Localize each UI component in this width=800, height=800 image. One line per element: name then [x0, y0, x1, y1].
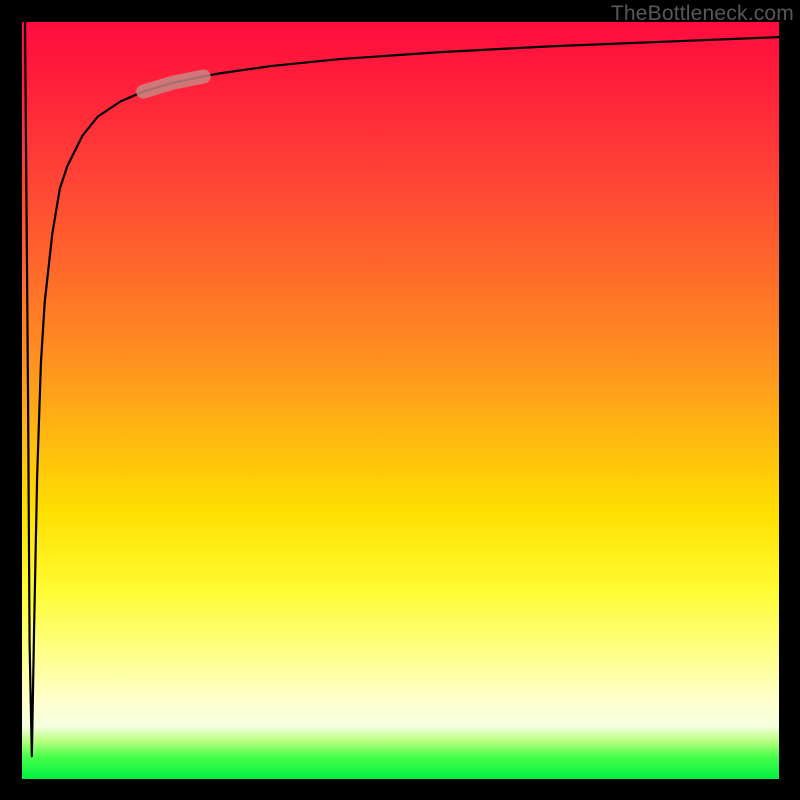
chart-stage: TheBottleneck.com	[0, 0, 800, 800]
attribution-text: TheBottleneck.com	[611, 2, 794, 26]
highlight-segment	[143, 77, 204, 92]
bottleneck-curve	[25, 22, 779, 756]
chart-overlay	[22, 22, 779, 779]
